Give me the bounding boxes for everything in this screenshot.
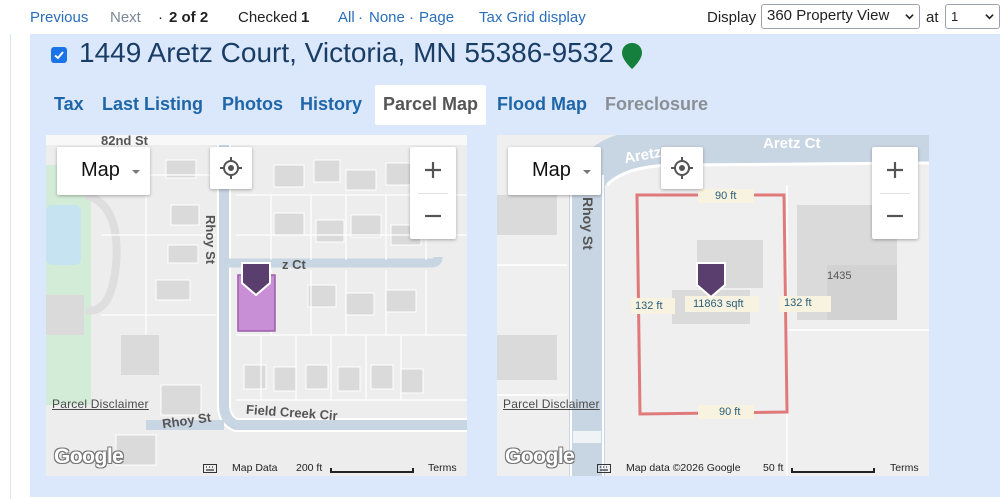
property-panel: 1449 Aretz Court, Victoria, MN 55386-953… — [30, 34, 1000, 497]
zoom-control — [410, 147, 456, 239]
caret-down-icon — [583, 170, 591, 174]
caret-down-icon — [132, 170, 140, 174]
chevron-down-icon — [985, 14, 994, 20]
display-select[interactable]: 360 Property View — [761, 4, 920, 29]
zoom-control — [872, 147, 918, 239]
display-select-value: 360 Property View — [767, 7, 890, 24]
tab-last-listing[interactable]: Last Listing — [94, 85, 211, 125]
keyboard-icon[interactable] — [597, 464, 611, 473]
map-type-select[interactable]: Map — [57, 147, 150, 195]
keyboard-icon[interactable] — [203, 464, 217, 473]
left-divider — [10, 34, 11, 499]
at-select[interactable]: 1 — [945, 4, 1000, 29]
at-label: at — [926, 9, 939, 26]
previous-link[interactable]: Previous — [30, 9, 88, 26]
dimension-bottom: 90 ft — [719, 406, 741, 418]
tab-history[interactable]: History — [292, 85, 370, 125]
scale-label: 200 ft — [296, 462, 323, 474]
property-address: 1449 Aretz Court, Victoria, MN 55386-953… — [79, 37, 614, 68]
neighborhood-map[interactable]: 82nd St Rhoy St z Ct Rhoy St Field Creek… — [46, 135, 467, 476]
tab-parcel-map[interactable]: Parcel Map — [375, 85, 487, 125]
location-pin-icon[interactable] — [621, 42, 643, 70]
crosshair-icon — [220, 157, 242, 179]
street-label: z Ct — [282, 257, 306, 272]
terms-link[interactable]: Terms — [890, 462, 919, 474]
select-page-link[interactable]: Page — [419, 9, 454, 26]
map-attribution: Map data ©2026 Google 50 ft Terms — [497, 460, 929, 476]
map-type-label: Map — [532, 159, 571, 181]
parcel-disclaimer-link[interactable]: Parcel Disclaimer — [52, 397, 149, 411]
dimension-right: 132 ft — [784, 297, 812, 309]
tab-photos[interactable]: Photos — [214, 85, 291, 125]
checked-count: 1 — [301, 9, 309, 26]
parcel-disclaimer-link[interactable]: Parcel Disclaimer — [503, 397, 600, 411]
locate-button[interactable] — [661, 147, 703, 189]
separator-dot: · — [358, 9, 363, 26]
locate-button[interactable] — [210, 147, 252, 189]
property-checkbox[interactable] — [51, 47, 67, 63]
map-type-select[interactable]: Map — [508, 147, 601, 195]
select-all-link[interactable]: All — [338, 9, 355, 26]
checkmark-icon — [54, 51, 64, 60]
parcel-detail-map[interactable]: Aretz Aretz Ct Rhoy St 90 ft 90 ft 132 f… — [497, 135, 929, 476]
at-select-value: 1 — [951, 9, 959, 24]
tab-foreclosure[interactable]: Foreclosure — [597, 85, 716, 125]
zoom-out-button[interactable] — [410, 193, 456, 239]
next-link-disabled: Next — [110, 9, 141, 26]
crosshair-icon — [671, 157, 693, 179]
map-data-link[interactable]: Map data ©2026 Google — [626, 462, 741, 474]
record-position-value: 2 of 2 — [169, 9, 209, 26]
terms-link[interactable]: Terms — [428, 462, 457, 474]
street-label: Aretz Ct — [763, 135, 821, 152]
street-label: Rhoy St — [203, 215, 218, 265]
results-navigation-bar: Previous Next · 2 of 2 Checked 1 All · N… — [0, 0, 1000, 34]
checked-count-value: 1 — [301, 9, 310, 26]
separator-dot: · — [158, 9, 163, 26]
record-position: 2 of 2 — [169, 9, 208, 26]
separator-dot: · — [409, 9, 414, 26]
zoom-in-button[interactable] — [410, 147, 456, 193]
map-type-label: Map — [81, 159, 120, 181]
tab-flood-map[interactable]: Flood Map — [489, 85, 595, 125]
tax-grid-display-link[interactable]: Tax Grid display — [479, 9, 586, 26]
plus-icon — [887, 162, 903, 178]
select-none-link[interactable]: None — [369, 9, 405, 26]
dimension-top: 90 ft — [715, 190, 737, 202]
tab-tax[interactable]: Tax — [46, 85, 92, 125]
display-label: Display — [707, 9, 757, 26]
plus-icon — [425, 162, 441, 178]
pond — [46, 205, 81, 265]
street-label: Rhoy St — [580, 197, 596, 250]
checked-label: Checked — [238, 9, 298, 26]
map-data-link[interactable]: Map Data — [232, 462, 278, 474]
neighbor-address-number: 1435 — [827, 270, 852, 282]
minus-icon — [887, 214, 903, 218]
zoom-out-button[interactable] — [872, 193, 918, 239]
scale-label: 50 ft — [763, 462, 784, 474]
chevron-down-icon — [905, 14, 914, 20]
dimension-left: 132 ft — [635, 300, 663, 312]
scale-bar — [791, 468, 875, 473]
map-attribution: Map Data 200 ft Terms — [46, 460, 467, 476]
zoom-in-button[interactable] — [872, 147, 918, 193]
parcel-area: 11863 sqft — [693, 298, 744, 310]
scale-bar — [330, 468, 414, 473]
minus-icon — [425, 214, 441, 218]
